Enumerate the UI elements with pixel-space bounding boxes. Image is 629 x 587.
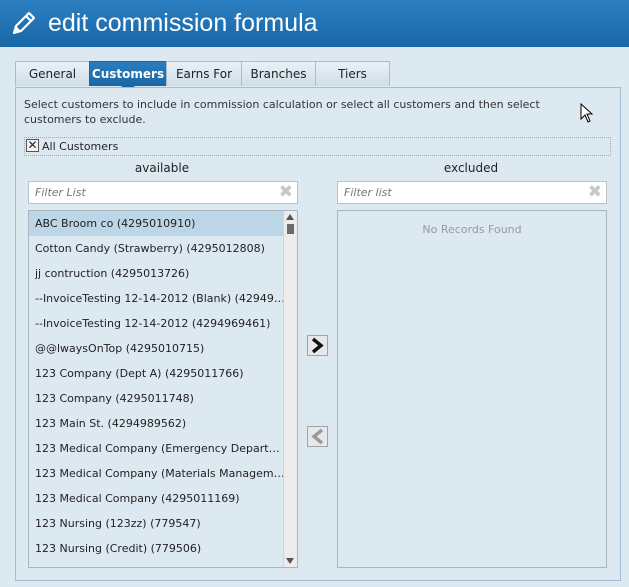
checkbox-x-icon: ✕ — [27, 138, 38, 152]
list-item[interactable]: 123 Company (4295011748) — [29, 386, 287, 411]
tab-customers[interactable]: Customers — [89, 61, 167, 93]
scroll-down-icon[interactable] — [286, 558, 294, 564]
chevron-left-icon — [311, 428, 324, 445]
all-customers-checkbox[interactable]: ✕ — [26, 138, 39, 152]
customers-panel: Select customers to include in commissio… — [15, 87, 621, 581]
list-item[interactable]: 123 Company (Dept A) (4295011766) — [29, 361, 287, 386]
tab-tiers[interactable]: Tiers — [315, 61, 390, 86]
customers-description: Select customers to include in commissio… — [24, 98, 540, 126]
all-customers-label: All Customers — [42, 140, 119, 153]
no-records-text: No Records Found — [422, 223, 522, 236]
list-item[interactable]: 123 Nursing (123zz) (779547) — [29, 511, 287, 536]
all-customers-row[interactable]: ✕ All Customers — [24, 137, 611, 156]
dialog-body: General Customers Earns For Branches Tie… — [0, 47, 629, 587]
chevron-right-icon — [311, 337, 324, 354]
tab-general[interactable]: General — [15, 61, 90, 86]
tab-customers-label: Customers — [91, 67, 165, 81]
dialog-title: edit commission formula — [48, 9, 318, 37]
include-button[interactable] — [307, 426, 328, 447]
excluded-list[interactable]: No Records Found — [337, 210, 607, 568]
list-item[interactable]: ABC Broom co (4295010910) — [29, 211, 287, 236]
tab-earns-for[interactable]: Earns For — [166, 61, 242, 86]
list-item[interactable]: 123 Medical Company (Emergency Departmen… — [29, 436, 287, 461]
excluded-filter-input[interactable] — [344, 184, 564, 200]
list-item[interactable]: 123 Medical Company (4295011169) — [29, 486, 287, 511]
exclude-button[interactable] — [307, 335, 328, 356]
available-filter-box: ✖ — [28, 181, 298, 204]
scroll-up-icon[interactable] — [286, 214, 294, 220]
available-list[interactable]: ABC Broom co (4295010910) Cotton Candy (S… — [28, 210, 298, 568]
list-item[interactable]: @@lwaysOnTop (4295010715) — [29, 336, 287, 361]
excluded-heading: excluded — [443, 161, 499, 175]
list-item[interactable]: 123 Medical Company (Materials Managemen… — [29, 461, 287, 486]
available-filter-clear-icon[interactable]: ✖ — [279, 182, 293, 202]
scroll-thumb[interactable] — [287, 224, 294, 234]
available-filter-input[interactable] — [35, 184, 255, 200]
excluded-filter-clear-icon[interactable]: ✖ — [588, 182, 602, 202]
dialog-titlebar: edit commission formula — [0, 0, 629, 47]
available-list-scrollbar[interactable] — [283, 211, 297, 567]
list-item[interactable]: 123 Nursing (Credit) (779506) — [29, 536, 287, 561]
excluded-filter-box: ✖ — [337, 181, 607, 204]
tab-branches[interactable]: Branches — [241, 61, 316, 86]
list-item[interactable]: --InvoiceTesting 12-14-2012 (Blank) (429… — [29, 286, 287, 311]
pencil-icon — [12, 11, 36, 35]
mouse-cursor-icon — [580, 103, 594, 123]
list-item[interactable]: --InvoiceTesting 12-14-2012 (4294969461) — [29, 311, 287, 336]
list-item[interactable]: 123 Main St. (4294989562) — [29, 411, 287, 436]
list-item[interactable]: Cotton Candy (Strawberry) (4295012808) — [29, 236, 287, 261]
available-heading: available — [134, 161, 190, 175]
list-item[interactable]: jj contruction (4295013726) — [29, 261, 287, 286]
